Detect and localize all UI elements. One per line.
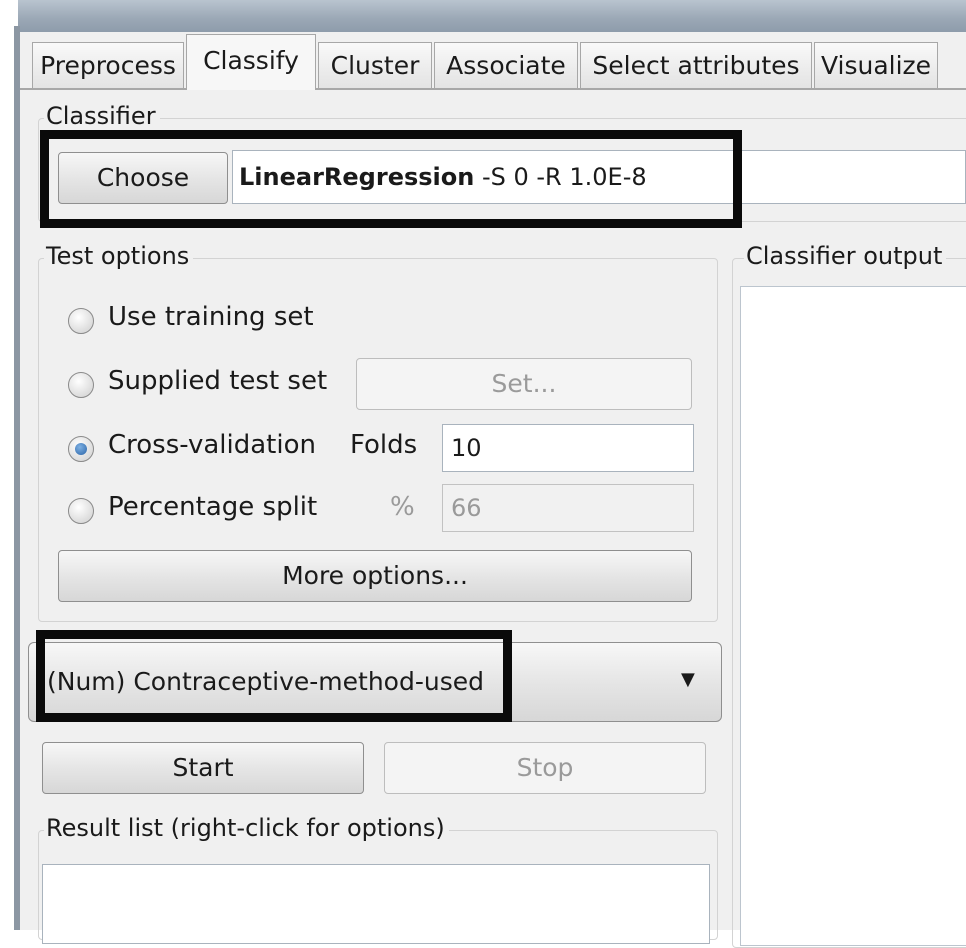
- radio-selected-dot: [75, 443, 87, 455]
- use-training-set-radio[interactable]: [68, 308, 94, 334]
- classifier-output-text-area[interactable]: [740, 286, 966, 946]
- start-button[interactable]: Start: [42, 742, 364, 794]
- tab-associate[interactable]: Associate: [434, 42, 578, 88]
- folds-input[interactable]: 10: [442, 424, 694, 472]
- tab-classify[interactable]: Classify: [186, 34, 316, 90]
- tab-cluster[interactable]: Cluster: [318, 42, 432, 88]
- percentage-split-label: Percentage split: [108, 492, 318, 522]
- tab-divider: [20, 88, 966, 90]
- percentage-split-radio[interactable]: [68, 498, 94, 524]
- highlight-box-classifier: [40, 130, 742, 228]
- stop-button[interactable]: Stop: [384, 742, 706, 794]
- classifier-output-legend: Classifier output: [744, 242, 947, 270]
- tab-select-attributes[interactable]: Select attributes: [580, 42, 812, 88]
- percent-label: %: [390, 492, 415, 522]
- supplied-test-set-radio[interactable]: [68, 372, 94, 398]
- folds-label: Folds: [350, 430, 418, 460]
- highlight-box-class-attribute: [36, 630, 512, 722]
- tab-visualize[interactable]: Visualize: [814, 42, 938, 88]
- cross-validation-label: Cross-validation: [108, 430, 316, 460]
- result-list-box[interactable]: [42, 864, 710, 944]
- result-list-legend: Result list (right-click for options): [44, 814, 449, 842]
- cross-validation-radio[interactable]: [68, 436, 94, 462]
- window-title-bar: [18, 0, 966, 32]
- supplied-test-set-label: Supplied test set: [108, 366, 328, 396]
- set-button[interactable]: Set...: [356, 358, 692, 410]
- more-options-button[interactable]: More options...: [58, 550, 692, 602]
- tab-preprocess[interactable]: Preprocess: [32, 42, 184, 88]
- percent-input[interactable]: 66: [442, 484, 694, 532]
- chevron-down-icon[interactable]: ▼: [681, 669, 695, 690]
- test-options-legend: Test options: [44, 242, 194, 270]
- classifier-legend: Classifier: [44, 102, 160, 130]
- use-training-set-label: Use training set: [108, 302, 314, 332]
